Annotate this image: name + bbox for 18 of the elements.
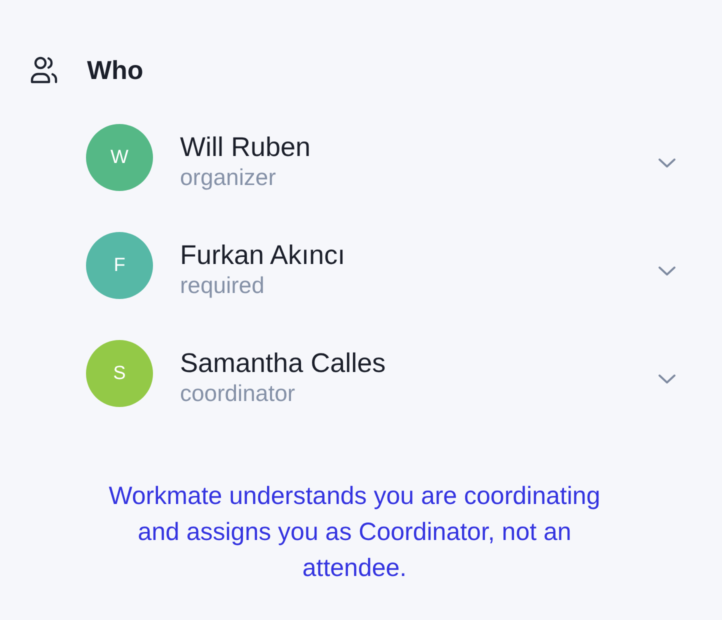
attendee-name: Will Ruben: [180, 130, 311, 162]
attendee-role: coordinator: [180, 378, 296, 406]
avatar-initial: F: [114, 254, 126, 276]
role-dropdown-button[interactable]: [656, 156, 678, 170]
chevron-down-icon: [658, 158, 676, 168]
avatar-initial: S: [113, 362, 126, 384]
attendee-role: required: [180, 270, 264, 298]
chevron-down-icon: [658, 374, 676, 384]
attendee-name: Samantha Calles: [180, 346, 386, 378]
avatar-initial: W: [110, 146, 128, 168]
section-title: Who: [87, 55, 144, 85]
attendee-role: organizer: [180, 162, 276, 190]
chevron-down-icon: [658, 266, 676, 276]
people-icon: [30, 56, 58, 84]
role-dropdown-button[interactable]: [656, 372, 678, 386]
attendee-name: Furkan Akıncı: [180, 238, 346, 270]
explanation-text: Workmate understands you are coordinating and assigns you as Coordinator, not an attendee.: [108, 481, 602, 584]
role-dropdown-button[interactable]: [656, 264, 678, 278]
